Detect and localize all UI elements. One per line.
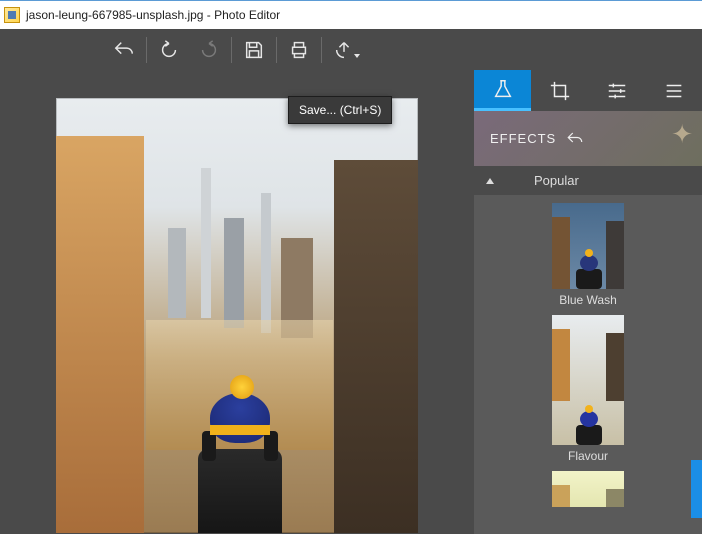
thumbnail-image xyxy=(552,471,624,507)
side-tabs xyxy=(474,70,702,111)
effects-thumbnails: Blue Wash Flavour xyxy=(474,195,702,534)
share-icon xyxy=(333,39,355,61)
category-row[interactable]: Popular xyxy=(474,166,702,195)
canvas-image-content xyxy=(56,136,144,533)
tab-crop[interactable] xyxy=(531,70,588,111)
side-panel: EFFECTS ✦ Popular Blue Wash xyxy=(474,70,702,534)
canvas-area xyxy=(0,70,474,534)
undo-icon xyxy=(113,39,135,61)
separator xyxy=(321,37,322,63)
photo-canvas[interactable] xyxy=(56,98,418,533)
print-button[interactable] xyxy=(279,30,319,70)
reset-icon[interactable] xyxy=(566,130,584,148)
collapse-triangle-icon xyxy=(486,178,494,184)
separator xyxy=(276,37,277,63)
thumbnail-label: Flavour xyxy=(568,449,608,463)
tab-more[interactable] xyxy=(645,70,702,111)
undo-button[interactable] xyxy=(104,30,144,70)
thumbnail-image xyxy=(552,203,624,289)
effect-blue-wash[interactable]: Blue Wash xyxy=(549,203,627,307)
tab-adjust[interactable] xyxy=(588,70,645,111)
effect-flavour[interactable]: Flavour xyxy=(549,315,627,463)
thumbnail-label: Blue Wash xyxy=(559,293,617,307)
save-tooltip: Save... (Ctrl+S) xyxy=(288,96,392,124)
undo-step-button[interactable] xyxy=(149,30,189,70)
crop-icon xyxy=(549,80,571,102)
redo-step-icon xyxy=(198,39,220,61)
save-icon xyxy=(243,39,265,61)
window-title: jason-leung-667985-unsplash.jpg - Photo … xyxy=(26,8,280,22)
thumbnail-image xyxy=(552,315,624,445)
effect-third[interactable] xyxy=(549,471,627,511)
app-window: jason-leung-667985-unsplash.jpg - Photo … xyxy=(0,0,702,534)
redo-step-button[interactable] xyxy=(189,30,229,70)
flask-icon xyxy=(492,78,514,100)
selection-marker xyxy=(691,460,702,518)
sliders-icon xyxy=(606,80,628,102)
content-area: Save... (Ctrl+S) EFFECTS ✦ xyxy=(0,70,702,534)
save-button[interactable] xyxy=(234,30,274,70)
share-button[interactable] xyxy=(324,30,364,70)
separator xyxy=(146,37,147,63)
titlebar: jason-leung-667985-unsplash.jpg - Photo … xyxy=(0,0,702,29)
effects-header: EFFECTS ✦ xyxy=(474,111,702,166)
more-icon xyxy=(663,80,685,102)
separator xyxy=(231,37,232,63)
tab-effects[interactable] xyxy=(474,70,531,111)
app-icon xyxy=(4,7,20,23)
category-label: Popular xyxy=(534,173,579,188)
main-toolbar xyxy=(0,29,702,70)
butterfly-decoration: ✦ xyxy=(671,119,694,150)
effects-label: EFFECTS xyxy=(490,131,556,146)
print-icon xyxy=(288,39,310,61)
undo-step-icon xyxy=(158,39,180,61)
